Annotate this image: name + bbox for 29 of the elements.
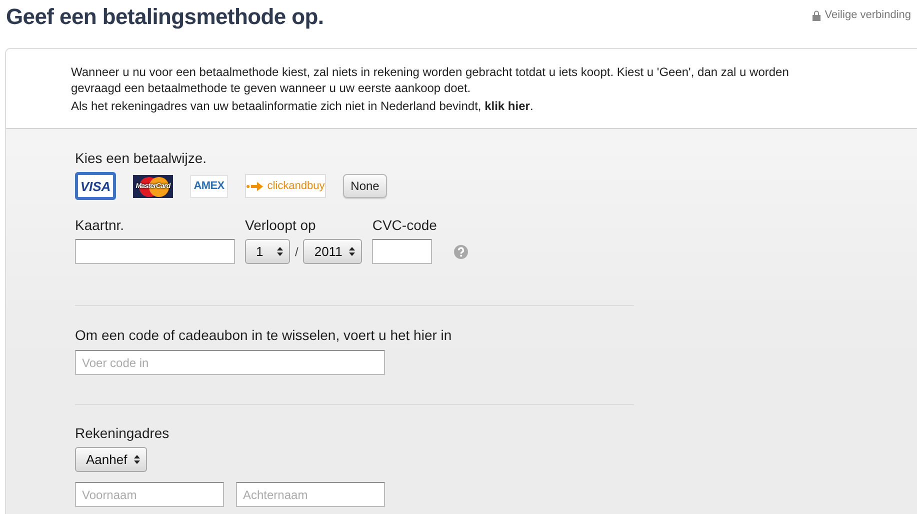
last-name-field[interactable]: Achternaam	[236, 482, 385, 507]
year-select[interactable]: 2011	[303, 239, 362, 264]
expiry-label: Verloopt op	[245, 216, 317, 234]
page-title: Geef een betalingsmethode op.	[6, 4, 324, 30]
country-link[interactable]: klik hier	[484, 99, 530, 113]
notice-text: Als het rekeningadres van uw betaalinformatie zich niet in Nederland bevindt,	[71, 99, 482, 113]
amex-logo[interactable]: AMEX	[190, 174, 228, 198]
card-number-label: Kaartnr.	[75, 216, 126, 234]
punctuation: .	[530, 99, 534, 113]
lock-icon	[812, 10, 821, 20]
updown-arrows-icon	[349, 247, 356, 256]
help-icon	[454, 244, 468, 258]
updown-arrows-icon	[277, 247, 283, 256]
billing-address-label: Rekeningadres	[75, 424, 170, 442]
salutation-select[interactable]: Aanhef	[75, 447, 147, 472]
month-select[interactable]: 1	[245, 239, 290, 264]
secure-connection-label: Veilige verbinding	[824, 9, 911, 21]
updown-arrows-icon	[134, 455, 140, 464]
gift-code-field[interactable]: Voer code in	[75, 350, 385, 375]
gift-code-label: Om een code of cadeaubon in te wisselen, voert u het hier in	[75, 326, 453, 344]
cvc-field[interactable]	[372, 239, 432, 264]
visa-logo[interactable]: VISA	[75, 172, 116, 200]
payment-method-label: Kies een betaalwijze.	[75, 149, 208, 167]
date-separator: /	[295, 244, 298, 258]
none-button[interactable]: None	[343, 174, 387, 198]
notice-text: Wanneer u nu voor een betaalmethode kiest, zal niets in rekening worden gebracht totdat u iets koopt. Kiest u 'Geen', dan zal u worden gevraagd een betaalmethode te geven wanneer u uw eerste aankoop doet.	[71, 64, 790, 96]
card-number-field[interactable]	[75, 239, 235, 264]
cvc-label: CVC-code	[372, 216, 438, 234]
first-name-field[interactable]: Voornaam	[75, 482, 224, 507]
